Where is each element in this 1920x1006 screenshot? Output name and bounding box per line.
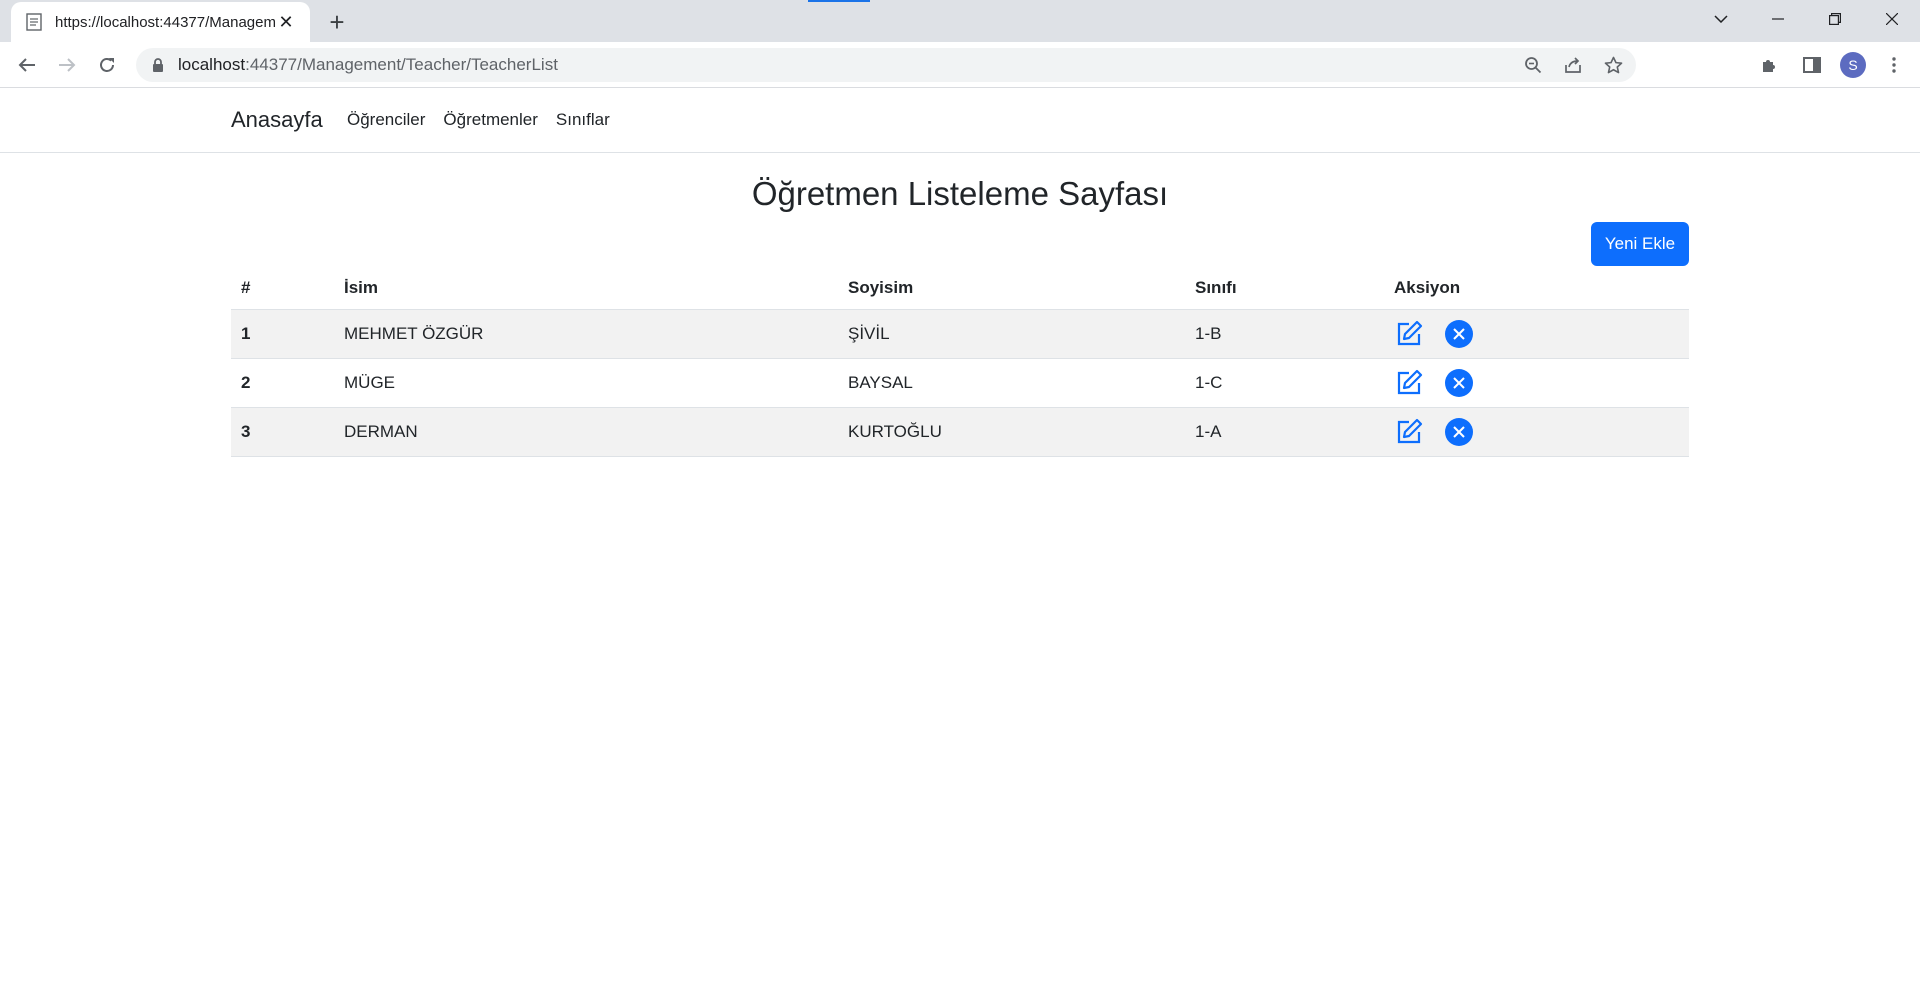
cell-number: 3 [231, 407, 334, 457]
cell-surname: KURTOĞLU [838, 407, 1185, 457]
add-new-button[interactable]: Yeni Ekle [1591, 222, 1689, 266]
address-bar[interactable]: localhost:44377/Management/Teacher/Teach… [136, 48, 1636, 82]
column-header-class: Sınıfı [1185, 267, 1384, 310]
window-controls [1692, 0, 1920, 38]
extensions-puzzle-icon[interactable] [1756, 51, 1784, 79]
edit-icon[interactable] [1394, 417, 1424, 447]
column-header-number: # [231, 267, 334, 310]
column-header-action: Aksiyon [1384, 267, 1689, 310]
nav-link-students[interactable]: Öğrenciler [347, 110, 425, 130]
url-text[interactable]: localhost:44377/Management/Teacher/Teach… [178, 55, 558, 75]
page-title: Öğretmen Listeleme Sayfası [751, 175, 1169, 212]
navbar-brand-link[interactable]: Anasayfa [231, 107, 323, 133]
tab-title: https://localhost:44377/Management/Teach… [55, 13, 276, 31]
teacher-table: # İsim Soyisim Sınıfı Aksiyon 1 MEHMET Ö… [231, 267, 1689, 457]
cell-class: 1-A [1185, 407, 1384, 457]
navbar-links: Öğrenciler Öğretmenler Sınıflar [347, 110, 610, 130]
browser-toolbar: localhost:44377/Management/Teacher/Teach… [0, 42, 1920, 88]
edit-icon[interactable] [1394, 368, 1424, 398]
cell-name: MEHMET ÖZGÜR [334, 309, 838, 359]
restore-icon[interactable] [1806, 0, 1863, 38]
side-panel-icon[interactable] [1798, 51, 1826, 79]
table-row: 1 MEHMET ÖZGÜR ŞİVİL 1-B [231, 309, 1689, 359]
delete-icon[interactable] [1444, 417, 1474, 447]
share-icon[interactable] [1562, 54, 1584, 76]
cell-surname: ŞİVİL [838, 309, 1185, 359]
cell-name: MÜGE [334, 358, 838, 408]
minimize-icon[interactable] [1749, 0, 1806, 38]
column-header-name: İsim [334, 267, 838, 310]
table-row: 3 DERMAN KURTOĞLU 1-A [231, 407, 1689, 457]
tab-search-chevron-down-icon[interactable] [1692, 0, 1749, 38]
cell-class: 1-C [1185, 358, 1384, 408]
cell-surname: BAYSAL [838, 358, 1185, 408]
tab-close-icon[interactable]: ✕ [276, 12, 296, 32]
new-tab-icon[interactable]: + [323, 7, 351, 37]
back-arrow-icon[interactable] [12, 50, 42, 80]
profile-avatar[interactable]: S [1840, 52, 1866, 78]
cell-class: 1-B [1185, 309, 1384, 359]
cell-actions [1384, 358, 1689, 408]
browser-tab[interactable]: https://localhost:44377/Management/Teach… [11, 2, 310, 42]
cell-name: DERMAN [334, 407, 838, 457]
omnibox-actions [1522, 48, 1624, 82]
reload-icon[interactable] [92, 50, 122, 80]
close-window-icon[interactable] [1863, 0, 1920, 38]
url-host: localhost [178, 55, 246, 74]
extensions-area: S [1756, 50, 1908, 80]
delete-icon[interactable] [1444, 319, 1474, 349]
bookmark-star-icon[interactable] [1602, 54, 1624, 76]
cell-actions [1384, 309, 1689, 359]
tab-strip: https://localhost:44377/Management/Teach… [0, 0, 1920, 42]
delete-icon[interactable] [1444, 368, 1474, 398]
nav-link-classes[interactable]: Sınıflar [556, 110, 610, 130]
forward-arrow-icon[interactable] [52, 50, 82, 80]
column-header-surname: Soyisim [838, 267, 1185, 310]
loading-indicator [808, 0, 870, 2]
url-path: :44377/Management/Teacher/TeacherList [245, 55, 558, 74]
page-favicon-icon [25, 13, 43, 31]
browser-menu-icon[interactable] [1880, 51, 1908, 79]
zoom-icon[interactable] [1522, 54, 1544, 76]
table-header-row: # İsim Soyisim Sınıfı Aksiyon [231, 267, 1689, 310]
site-navbar: Anasayfa Öğrenciler Öğretmenler Sınıflar [0, 89, 1920, 153]
cell-number: 2 [231, 358, 334, 408]
table-row: 2 MÜGE BAYSAL 1-C [231, 358, 1689, 408]
cell-actions [1384, 407, 1689, 457]
nav-link-teachers[interactable]: Öğretmenler [443, 110, 537, 130]
cell-number: 1 [231, 309, 334, 359]
lock-icon[interactable] [150, 57, 166, 73]
edit-icon[interactable] [1394, 319, 1424, 349]
page-content: Anasayfa Öğrenciler Öğretmenler Sınıflar… [0, 89, 1920, 1006]
